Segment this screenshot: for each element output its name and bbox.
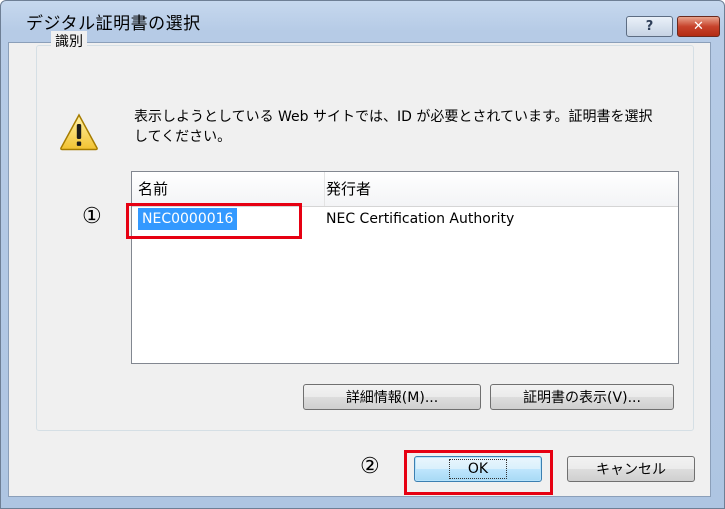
details-button[interactable]: 詳細情報(M)... — [303, 384, 481, 410]
details-button-label: 詳細情報(M)... — [345, 390, 439, 406]
view-certificate-button[interactable]: 証明書の表示(V)... — [490, 384, 674, 410]
certificate-issuer-cell[interactable]: NEC Certification Authority — [326, 208, 514, 230]
instruction-message: 表示しようとしている Web サイトでは、ID が必要とされています。証明書を選… — [134, 109, 653, 145]
column-header-name[interactable]: 名前 — [132, 172, 325, 206]
list-header: 名前 発行者 — [132, 172, 678, 207]
title-bar[interactable]: デジタル証明書の選択 ? ✕ — [1, 1, 724, 43]
help-icon: ? — [645, 19, 654, 34]
help-button[interactable]: ? — [626, 16, 673, 37]
certificate-list[interactable]: 名前 発行者 NEC0000016 NEC Certification Auth… — [131, 171, 679, 364]
close-button[interactable]: ✕ — [677, 16, 720, 37]
cancel-button[interactable]: キャンセル — [567, 456, 695, 482]
annotation-marker-1: ① — [82, 204, 102, 229]
cancel-button-label: キャンセル — [596, 462, 666, 478]
annotation-box-2 — [404, 450, 553, 495]
group-label: 識別 — [51, 31, 87, 51]
annotation-box-1 — [126, 203, 302, 239]
close-icon: ✕ — [693, 19, 704, 34]
view-certificate-button-label: 証明書の表示(V)... — [523, 390, 641, 406]
warning-icon — [60, 113, 98, 151]
column-header-issuer[interactable]: 発行者 — [320, 172, 676, 206]
annotation-marker-2: ② — [360, 454, 380, 479]
